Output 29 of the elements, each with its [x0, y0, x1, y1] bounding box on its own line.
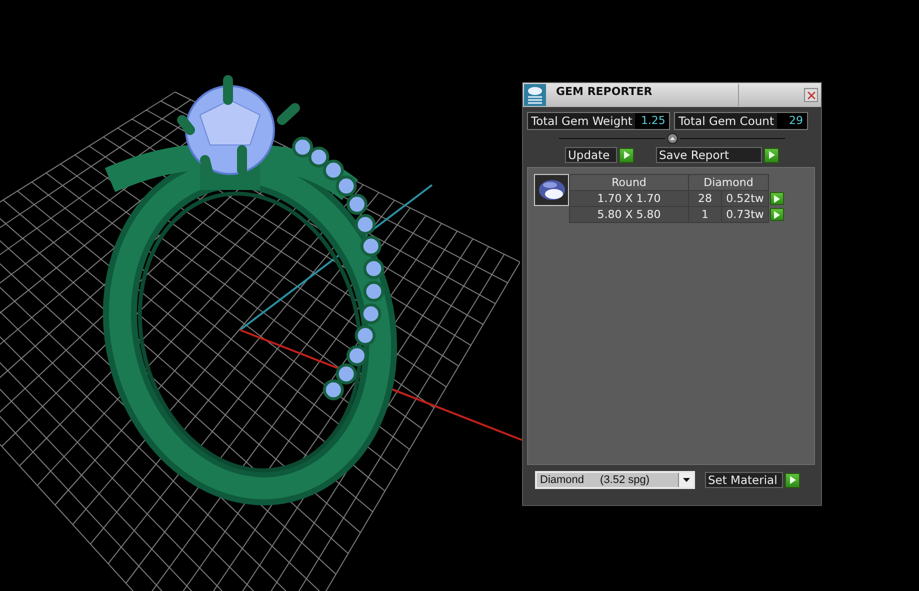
- total-value: 1.25: [635, 113, 670, 129]
- window-title: GEM REPORTER: [556, 85, 652, 98]
- play-icon: [790, 476, 796, 484]
- action-button[interactable]: Update: [565, 147, 617, 163]
- go-button[interactable]: [785, 472, 800, 488]
- material-select[interactable]: Diamond (3.52 spg): [535, 471, 695, 489]
- table-cell: 28: [688, 190, 722, 206]
- total-label: Total Gem Weight: [530, 113, 634, 129]
- close-button[interactable]: [804, 88, 818, 102]
- action-button[interactable]: Save Report: [656, 147, 762, 163]
- play-icon: [768, 151, 774, 159]
- table-cell: 5.80 X 5.80: [570, 206, 688, 222]
- collapse-handle-icon[interactable]: [666, 133, 678, 144]
- gem-list-icon: [524, 84, 546, 106]
- table-cell: 1.70 X 1.70: [570, 190, 688, 206]
- close-icon: [806, 90, 816, 100]
- column-header: Diamond: [688, 174, 768, 190]
- go-button[interactable]: [770, 192, 784, 205]
- play-icon: [624, 151, 630, 159]
- go-button[interactable]: [764, 148, 779, 162]
- table-cell: 1: [688, 206, 722, 222]
- go-button[interactable]: [770, 208, 784, 221]
- table-cell: 0.52tw: [722, 190, 768, 206]
- total-value: 29: [776, 113, 807, 129]
- total-label: Total Gem Count: [677, 113, 775, 129]
- table-cell: 0.73tw: [722, 206, 768, 222]
- column-header: Round: [570, 174, 688, 190]
- go-button[interactable]: [619, 148, 634, 162]
- set-material-button[interactable]: Set Material: [705, 472, 783, 488]
